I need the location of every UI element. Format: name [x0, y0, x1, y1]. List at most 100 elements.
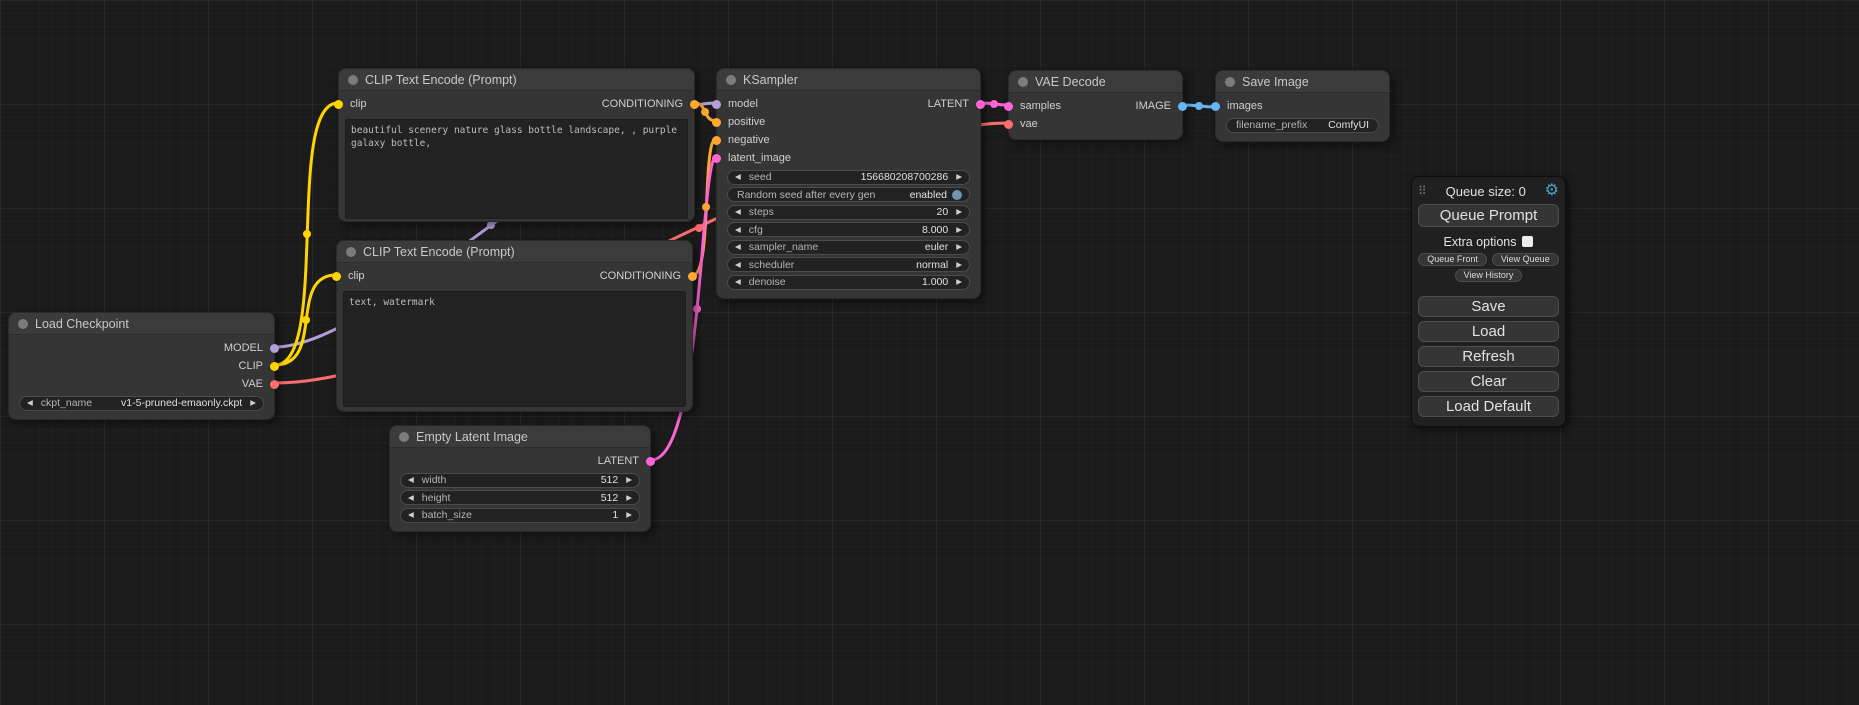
output-port-model[interactable] [270, 344, 279, 353]
prompt-textarea[interactable]: text, watermark [343, 291, 686, 407]
node-empty-latent-image[interactable]: Empty Latent Image LATENT ◀ width 512 ▶ … [389, 425, 651, 532]
input-port-clip[interactable] [334, 100, 343, 109]
refresh-button[interactable]: Refresh [1418, 346, 1559, 367]
widget-value[interactable]: 1.000 [922, 276, 948, 288]
widget-cfg[interactable]: ◀ cfg 8.000 ▶ [727, 222, 970, 237]
widget-value[interactable]: v1-5-pruned-emaonly.ckpt [121, 397, 242, 409]
decrement-arrow-icon[interactable]: ◀ [735, 278, 741, 286]
output-port-image[interactable] [1178, 102, 1187, 111]
save-button[interactable]: Save [1418, 296, 1559, 317]
increment-arrow-icon[interactable]: ▶ [956, 261, 962, 269]
drag-handle-icon[interactable]: ⠿ [1418, 184, 1427, 198]
decrement-arrow-icon[interactable]: ◀ [735, 226, 741, 234]
output-port-vae[interactable] [270, 380, 279, 389]
widget-sampler-name[interactable]: ◀ sampler_name euler ▶ [727, 240, 970, 255]
prompt-textarea[interactable]: beautiful scenery nature glass bottle la… [345, 119, 688, 219]
input-label-model: model [728, 98, 758, 110]
view-queue-button[interactable]: View Queue [1492, 253, 1559, 266]
decrement-arrow-icon[interactable]: ◀ [408, 476, 414, 484]
widget-batch-size[interactable]: ◀ batch_size 1 ▶ [400, 508, 640, 523]
input-port-negative[interactable] [712, 136, 721, 145]
widget-value[interactable]: euler [925, 241, 948, 253]
widget-value[interactable]: normal [916, 259, 948, 271]
increment-arrow-icon[interactable]: ▶ [626, 476, 632, 484]
node-clip-text-encode-positive[interactable]: CLIP Text Encode (Prompt) clip CONDITION… [338, 68, 695, 222]
settings-gear-icon[interactable]: ⚙ [1545, 183, 1559, 199]
collapse-dot-icon[interactable] [348, 75, 358, 85]
decrement-arrow-icon[interactable]: ◀ [735, 243, 741, 251]
node-header[interactable]: Save Image [1216, 71, 1389, 93]
graph-canvas[interactable]: Load Checkpoint MODEL CLIP VAE ◀ ckpt_na… [0, 0, 1859, 705]
node-load-checkpoint[interactable]: Load Checkpoint MODEL CLIP VAE ◀ ckpt_na… [8, 312, 275, 420]
output-port-conditioning[interactable] [688, 272, 697, 281]
widget-denoise[interactable]: ◀ denoise 1.000 ▶ [727, 275, 970, 290]
input-port-positive[interactable] [712, 118, 721, 127]
load-default-button[interactable]: Load Default [1418, 396, 1559, 417]
queue-prompt-button[interactable]: Queue Prompt [1418, 204, 1559, 227]
widget-value[interactable]: 8.000 [922, 224, 948, 236]
input-port-clip[interactable] [332, 272, 341, 281]
widget-value[interactable]: 512 [601, 492, 619, 504]
output-port-clip[interactable] [270, 362, 279, 371]
collapse-dot-icon[interactable] [399, 432, 409, 442]
widget-steps[interactable]: ◀ steps 20 ▶ [727, 205, 970, 220]
decrement-arrow-icon[interactable]: ◀ [735, 261, 741, 269]
widget-width[interactable]: ◀ width 512 ▶ [400, 473, 640, 488]
widget-value[interactable]: 512 [601, 474, 619, 486]
queue-front-button[interactable]: Queue Front [1418, 253, 1487, 266]
view-history-button[interactable]: View History [1455, 269, 1523, 282]
collapse-dot-icon[interactable] [1225, 77, 1235, 87]
toggle-on-indicator[interactable] [952, 190, 962, 200]
widget-height[interactable]: ◀ height 512 ▶ [400, 490, 640, 505]
node-header[interactable]: Load Checkpoint [9, 313, 274, 335]
decrement-arrow-icon[interactable]: ◀ [735, 173, 741, 181]
input-port-vae[interactable] [1004, 120, 1013, 129]
input-port-latent-image[interactable] [712, 154, 721, 163]
node-title: Empty Latent Image [416, 430, 528, 444]
node-header[interactable]: CLIP Text Encode (Prompt) [337, 241, 692, 263]
widget-value[interactable]: 156680208700286 [861, 171, 949, 183]
increment-arrow-icon[interactable]: ▶ [956, 208, 962, 216]
increment-arrow-icon[interactable]: ▶ [956, 243, 962, 251]
widget-value[interactable]: 20 [937, 206, 949, 218]
load-button[interactable]: Load [1418, 321, 1559, 342]
output-port-conditioning[interactable] [690, 100, 699, 109]
comfy-menu-panel[interactable]: ⠿ Queue size: 0 ⚙ Queue Prompt Extra opt… [1411, 176, 1566, 427]
node-save-image[interactable]: Save Image images filename_prefix ComfyU… [1215, 70, 1390, 142]
node-header[interactable]: KSampler [717, 69, 980, 91]
decrement-arrow-icon[interactable]: ◀ [408, 494, 414, 502]
collapse-dot-icon[interactable] [346, 247, 356, 257]
widget-value[interactable]: 1 [612, 509, 618, 521]
collapse-dot-icon[interactable] [18, 319, 28, 329]
widget-random-seed-toggle[interactable]: Random seed after every gen enabled [727, 187, 970, 202]
widget-ckpt-name[interactable]: ◀ ckpt_name v1-5-pruned-emaonly.ckpt ▶ [19, 396, 264, 411]
input-port-model[interactable] [712, 100, 721, 109]
widget-value[interactable]: ComfyUI [1328, 119, 1369, 131]
node-vae-decode[interactable]: VAE Decode samples IMAGE vae [1008, 70, 1183, 140]
increment-arrow-icon[interactable]: ▶ [626, 511, 632, 519]
widget-seed[interactable]: ◀ seed 156680208700286 ▶ [727, 170, 970, 185]
output-port-latent[interactable] [646, 457, 655, 466]
widget-scheduler[interactable]: ◀ scheduler normal ▶ [727, 257, 970, 272]
decrement-arrow-icon[interactable]: ◀ [408, 511, 414, 519]
increment-arrow-icon[interactable]: ▶ [956, 278, 962, 286]
increment-arrow-icon[interactable]: ▶ [956, 173, 962, 181]
clear-button[interactable]: Clear [1418, 371, 1559, 392]
collapse-dot-icon[interactable] [726, 75, 736, 85]
node-header[interactable]: Empty Latent Image [390, 426, 650, 448]
collapse-dot-icon[interactable] [1018, 77, 1028, 87]
decrement-arrow-icon[interactable]: ◀ [27, 399, 33, 407]
widget-filename-prefix[interactable]: filename_prefix ComfyUI [1226, 118, 1379, 133]
input-port-images[interactable] [1211, 102, 1220, 111]
node-ksampler[interactable]: KSampler model LATENT positive negative … [716, 68, 981, 299]
increment-arrow-icon[interactable]: ▶ [250, 399, 256, 407]
output-port-latent[interactable] [976, 100, 985, 109]
increment-arrow-icon[interactable]: ▶ [626, 494, 632, 502]
input-port-samples[interactable] [1004, 102, 1013, 111]
decrement-arrow-icon[interactable]: ◀ [735, 208, 741, 216]
extra-options-checkbox[interactable] [1522, 236, 1533, 247]
increment-arrow-icon[interactable]: ▶ [956, 226, 962, 234]
node-header[interactable]: VAE Decode [1009, 71, 1182, 93]
node-header[interactable]: CLIP Text Encode (Prompt) [339, 69, 694, 91]
node-clip-text-encode-negative[interactable]: CLIP Text Encode (Prompt) clip CONDITION… [336, 240, 693, 412]
